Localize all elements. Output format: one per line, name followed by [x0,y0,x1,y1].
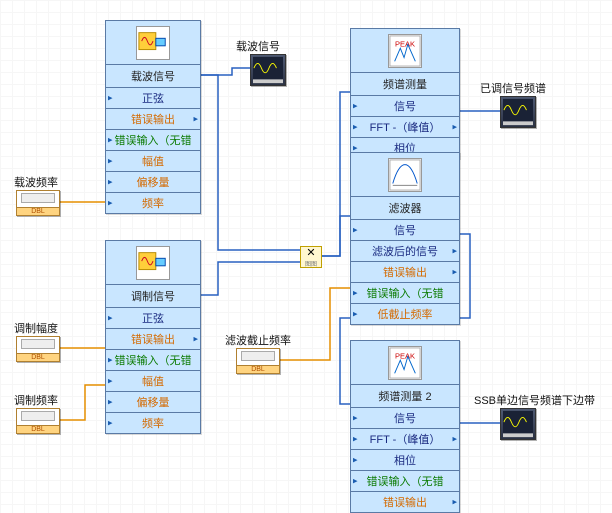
filter-icon [388,158,422,192]
block-row[interactable]: 幅值▸ [106,371,200,392]
chevron-right-icon: ▸ [193,114,198,125]
block-row[interactable]: 滤波后的信号▸ [351,241,459,262]
chevron-right-icon: ▸ [353,413,358,424]
block-row[interactable]: 正弦▸ [106,88,200,109]
ssb-spectrum-indicator[interactable] [500,408,536,440]
block-head: PEAK [351,29,459,73]
block-row[interactable]: FFT -（峰值）▸▸ [351,117,459,138]
block-head: PEAK [351,341,459,385]
chevron-right-icon: ▸ [353,122,358,133]
block-head [106,241,200,285]
block-row[interactable]: 信号▸ [351,220,459,241]
chevron-right-icon: ▸ [108,376,113,387]
control-label: 滤波截止频率 [225,332,291,348]
block-row[interactable]: 频率▸ [106,413,200,433]
chevron-right-icon: ▸ [452,497,457,508]
chevron-right-icon: ▸ [108,156,113,167]
multiply-symbol: ✕ [306,246,315,259]
block-row[interactable]: 错误输入（无错▸ [351,283,459,304]
chevron-right-icon: ▸ [452,267,457,278]
chevron-right-icon: ▸ [108,198,113,209]
block-head [106,21,200,65]
block-row[interactable]: 错误输出▸ [106,109,200,130]
signalgen-icon [136,26,170,60]
mod-spectrum-indicator[interactable] [500,96,536,128]
block-row[interactable]: 偏移量▸ [106,392,200,413]
block-row[interactable]: 错误输出▸ [351,262,459,283]
block-row[interactable]: 信号▸ [351,96,459,117]
peak-icon: PEAK [388,346,422,380]
block-title: 滤波器 [351,197,459,220]
svg-text:PEAK: PEAK [395,39,415,48]
cutoff-freq-control[interactable] [236,348,280,374]
chevron-right-icon: ▸ [353,288,358,299]
block-row[interactable]: 错误输入（无错▸ [106,350,200,371]
svg-text:PEAK: PEAK [395,351,415,360]
block-title: 频谱测量 [351,73,459,96]
chevron-right-icon: ▸ [353,309,358,320]
block-row[interactable]: 错误输入（无错▸ [106,130,200,151]
carrier-signal-indicator[interactable] [250,54,286,86]
chevron-right-icon: ▸ [353,455,358,466]
block-row[interactable]: 错误输入（无错▸ [351,471,459,492]
chevron-right-icon: ▸ [108,355,113,366]
block-spec2: PEAK 频谱测量 2 信号▸FFT -（峰值）▸▸相位▸错误输入（无错▸错误输… [350,340,460,513]
control-label: 调制频率 [14,392,58,408]
block-row[interactable]: 正弦▸ [106,308,200,329]
carrier-freq-control[interactable] [16,190,60,216]
control-label: 载波频率 [14,174,58,190]
chevron-right-icon: ▸ [452,122,457,133]
block-filter: 滤波器 信号▸滤波后的信号▸错误输出▸错误输入（无错▸低截止频率▸ [350,152,460,325]
block-carrier: 载波信号 正弦▸错误输出▸错误输入（无错▸幅值▸偏移量▸频率▸ [105,20,201,214]
block-row[interactable]: 相位▸ [351,450,459,471]
indicator-label: 已调信号频谱 [480,80,546,96]
block-row[interactable]: 幅值▸ [106,151,200,172]
mod-amplitude-control[interactable] [16,336,60,362]
block-mod: 调制信号 正弦▸错误输出▸错误输入（无错▸幅值▸偏移量▸频率▸ [105,240,201,434]
chevron-right-icon: ▸ [353,101,358,112]
chevron-right-icon: ▸ [353,434,358,445]
block-title: 频谱测量 2 [351,385,459,408]
chevron-right-icon: ▸ [353,225,358,236]
chevron-right-icon: ▸ [353,476,358,487]
chevron-right-icon: ▸ [108,418,113,429]
chevron-right-icon: ▸ [108,93,113,104]
indicator-label: SSB单边信号频谱下边带 [474,392,595,408]
control-label: 调制幅度 [14,320,58,336]
multiply-node: ✕ 图图 [300,246,322,268]
block-spec1: PEAK 频谱测量 信号▸FFT -（峰值）▸▸相位▸ [350,28,460,159]
block-row[interactable]: 频率▸ [106,193,200,213]
chevron-right-icon: ▸ [108,313,113,324]
block-row[interactable]: 错误输出▸ [106,329,200,350]
block-row[interactable]: 低截止频率▸ [351,304,459,324]
chevron-right-icon: ▸ [108,397,113,408]
block-row[interactable]: 信号▸ [351,408,459,429]
block-title: 载波信号 [106,65,200,88]
block-head [351,153,459,197]
chevron-right-icon: ▸ [452,246,457,257]
indicator-label: 载波信号 [236,38,280,54]
chevron-right-icon: ▸ [452,434,457,445]
chevron-right-icon: ▸ [108,177,113,188]
block-row[interactable]: FFT -（峰值）▸▸ [351,429,459,450]
mod-freq-control[interactable] [16,408,60,434]
peak-icon: PEAK [388,34,422,68]
multiply-sub: 图图 [305,259,317,268]
signalgen-icon [136,246,170,280]
chevron-right-icon: ▸ [193,334,198,345]
chevron-right-icon: ▸ [108,135,113,146]
block-row[interactable]: 错误输出▸ [351,492,459,512]
block-title: 调制信号 [106,285,200,308]
block-row[interactable]: 偏移量▸ [106,172,200,193]
